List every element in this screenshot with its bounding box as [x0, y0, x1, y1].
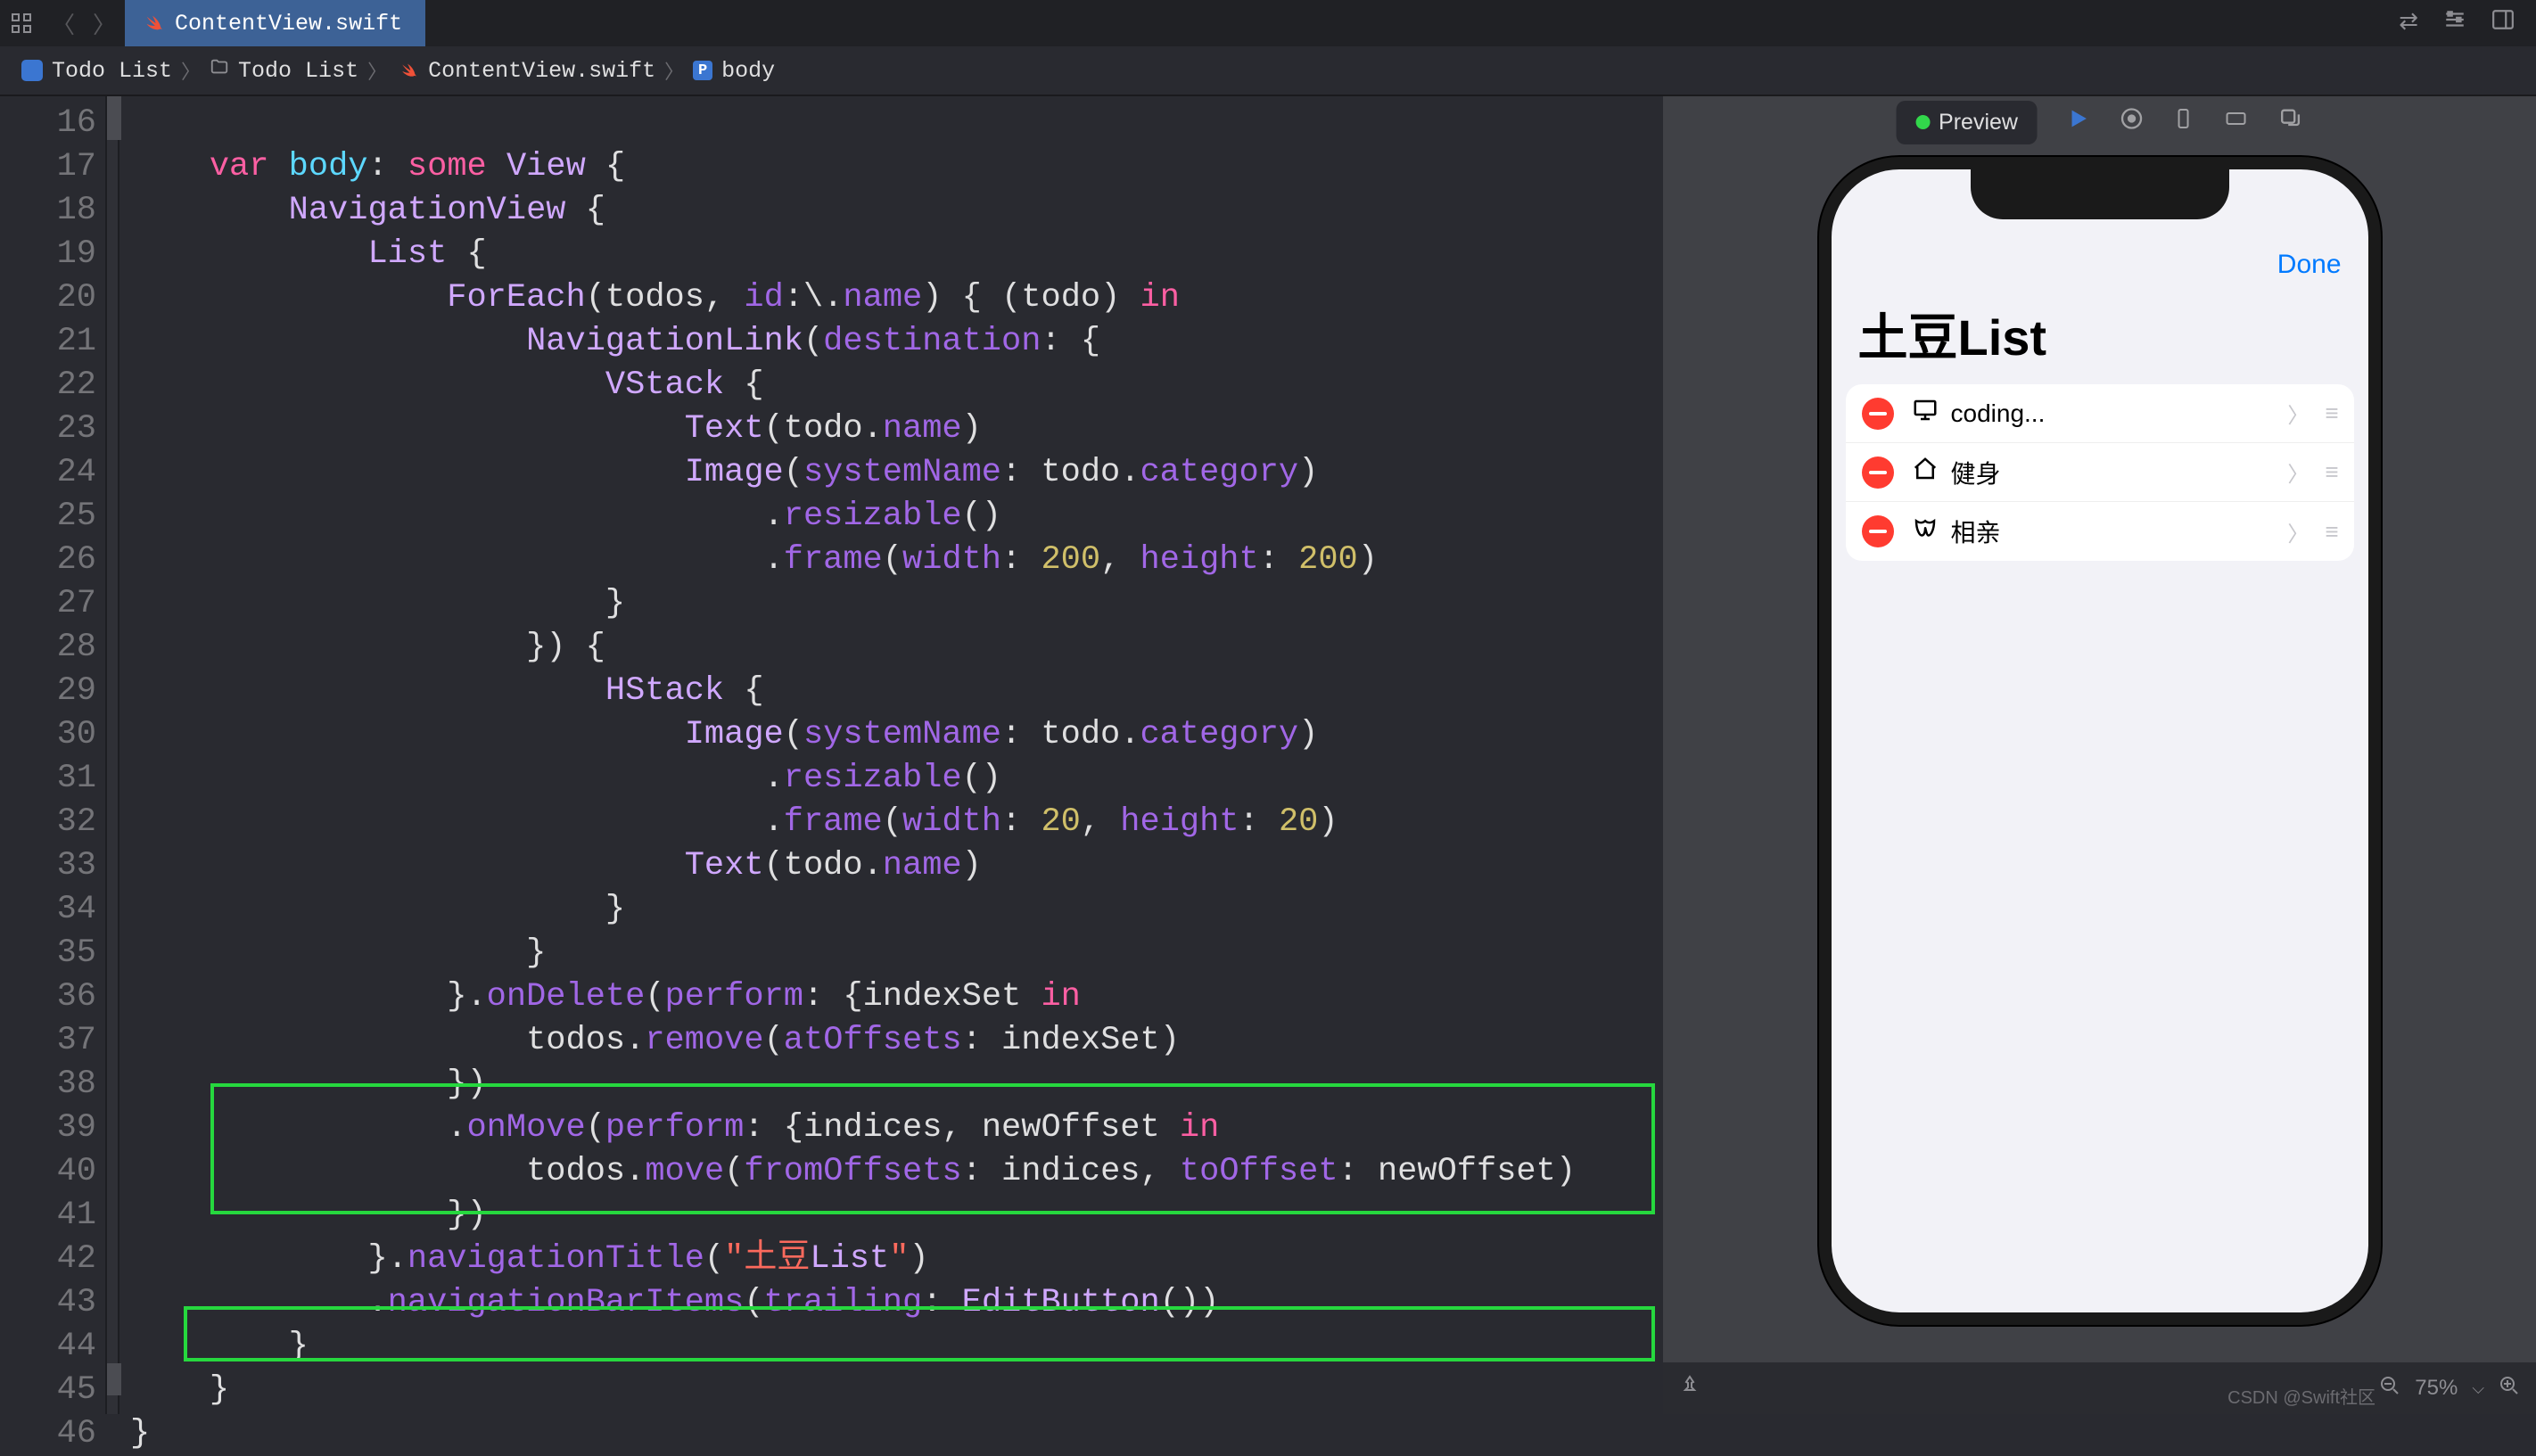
- preview-button[interactable]: Preview: [1896, 101, 2038, 144]
- highlight-box-1: [210, 1083, 1655, 1214]
- app-icon: [21, 60, 43, 81]
- phone-content: Done 土豆List coding...〉≡健身〉≡相亲〉≡: [1832, 169, 2368, 561]
- tab-bar: 〈 〉 ContentView.swift ⇄: [0, 0, 2536, 46]
- device-icon[interactable]: [2173, 106, 2194, 139]
- folder-icon: [210, 57, 229, 84]
- highlight-box-2: [184, 1306, 1655, 1361]
- chevron-right-icon: 〉: [2287, 457, 2309, 488]
- preview-status-bar: CSDN @Swift社区 75% ⌵: [1663, 1362, 2536, 1414]
- compare-icon[interactable]: ⇄: [2399, 8, 2418, 38]
- list-item[interactable]: coding... 〉 ≡: [1846, 384, 2354, 443]
- zoom-in-icon[interactable]: [2499, 1375, 2520, 1403]
- tab-filename: ContentView.swift: [175, 11, 402, 37]
- preview-pane: Preview: [1663, 96, 2536, 1414]
- chevron-right-icon: 〉: [2287, 516, 2309, 547]
- code-editor[interactable]: 1617181920212223242526272829303132333435…: [0, 96, 1663, 1414]
- item-icon: [1912, 397, 1940, 430]
- list-item[interactable]: 健身 〉 ≡: [1846, 443, 2354, 502]
- item-text: coding...: [1951, 399, 2046, 428]
- adjust-icon[interactable]: [2443, 8, 2466, 38]
- variants-icon[interactable]: [2278, 106, 2303, 139]
- breadcrumb-file[interactable]: ContentView.swift: [391, 58, 661, 84]
- item-icon: [1912, 515, 1940, 548]
- chevron-right-icon: 〉: [177, 56, 204, 85]
- item-icon: [1912, 456, 1940, 489]
- status-dot-icon: [1915, 115, 1930, 129]
- zoom-chevron-icon[interactable]: ⌵: [2472, 1379, 2484, 1398]
- reorder-handle-icon[interactable]: ≡: [2325, 399, 2337, 427]
- landscape-icon[interactable]: [2223, 108, 2250, 137]
- swift-icon: [396, 59, 419, 82]
- fold-bar: [105, 96, 119, 1414]
- main-area: 1617181920212223242526272829303132333435…: [0, 96, 2536, 1414]
- chevron-right-icon: 〉: [364, 56, 391, 85]
- page-title: 土豆List: [1832, 289, 2368, 384]
- reorder-handle-icon[interactable]: ≡: [2325, 458, 2337, 486]
- list-item[interactable]: 相亲 〉 ≡: [1846, 502, 2354, 561]
- iphone-preview: Done 土豆List coding...〉≡健身〉≡相亲〉≡: [1819, 157, 2381, 1325]
- chevron-right-icon: 〉: [661, 56, 688, 85]
- breadcrumb: Todo List 〉 Todo List 〉 ContentView.swif…: [0, 46, 2536, 96]
- breadcrumb-folder[interactable]: Todo List: [204, 57, 364, 84]
- preview-canvas[interactable]: Preview: [1663, 96, 2536, 1362]
- swift-icon: [141, 12, 164, 35]
- reorder-handle-icon[interactable]: ≡: [2325, 518, 2337, 546]
- breadcrumb-project[interactable]: Todo List: [16, 58, 177, 84]
- delete-icon[interactable]: [1862, 457, 1894, 489]
- breadcrumb-symbol[interactable]: P body: [688, 58, 780, 84]
- pin-icon[interactable]: [1679, 1375, 1700, 1403]
- top-right-controls: ⇄: [2399, 8, 2536, 38]
- chevron-right-icon: 〉: [2287, 398, 2309, 429]
- nav-forward-icon[interactable]: 〉: [84, 7, 125, 40]
- todo-list: coding...〉≡健身〉≡相亲〉≡: [1846, 384, 2354, 561]
- code-content[interactable]: var body: some View { NavigationView { L…: [130, 102, 1576, 1456]
- split-icon[interactable]: [2491, 8, 2515, 38]
- item-text: 健身: [1951, 455, 2001, 490]
- delete-icon[interactable]: [1862, 398, 1894, 430]
- line-gutter: 1617181920212223242526272829303132333435…: [0, 96, 105, 1456]
- tab-file[interactable]: ContentView.swift: [125, 0, 425, 46]
- property-icon: P: [693, 61, 712, 80]
- zoom-level[interactable]: 75%: [2415, 1376, 2458, 1401]
- play-icon[interactable]: [2066, 106, 2091, 139]
- watermark: CSDN @Swift社区: [2227, 1383, 2375, 1409]
- delete-icon[interactable]: [1862, 515, 1894, 547]
- nav-back-icon[interactable]: 〈: [43, 7, 84, 40]
- zoom-out-icon[interactable]: [2379, 1375, 2400, 1403]
- done-button[interactable]: Done: [2277, 250, 2342, 280]
- phone-nav-bar: Done: [1832, 241, 2368, 289]
- record-icon[interactable]: [2120, 106, 2145, 139]
- grid-icon[interactable]: [0, 12, 43, 34]
- item-text: 相亲: [1951, 514, 2001, 549]
- preview-toolbar: Preview: [1896, 96, 2303, 148]
- phone-notch: [1971, 169, 2229, 219]
